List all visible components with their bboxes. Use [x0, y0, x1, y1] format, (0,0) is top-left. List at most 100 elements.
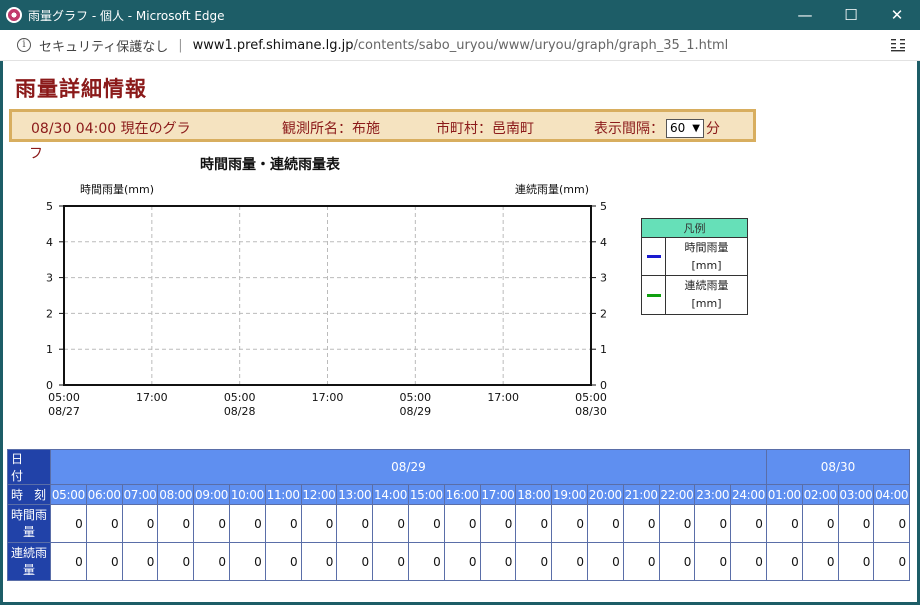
value-cell: 0 [300, 542, 338, 581]
value-cell: 0 [479, 542, 517, 581]
time-cell: 02:00 [801, 484, 839, 505]
value-cell: 0 [586, 504, 624, 543]
value-cell: 0 [300, 504, 338, 543]
url-path[interactable]: /contents/sabo_uryou/www/uryou/graph/gra… [353, 38, 728, 53]
value-cell: 0 [193, 504, 230, 543]
value-cell: 0 [407, 542, 445, 581]
time-cell: 16:00 [443, 484, 481, 505]
interval-label: 表示間隔： [594, 121, 664, 137]
page-title: 雨量詳細情報 [15, 77, 147, 101]
value-cell: 0 [765, 542, 803, 581]
value-cell: 0 [85, 542, 123, 581]
value-cell: 0 [515, 504, 553, 543]
x-tick-label-time: 17:00 [312, 391, 344, 404]
row-label-line1: 連続雨 [10, 545, 47, 560]
x-tick-label-time: 05:00 [575, 391, 607, 404]
time-cell: 11:00 [264, 484, 302, 505]
value-cell: 0 [443, 504, 481, 543]
time-cell: 08:00 [157, 484, 195, 505]
value-cell: 0 [658, 542, 696, 581]
window-title-bar: 雨量グラフ - 個人 - Microsoft Edge — ☐ ✕ [0, 0, 920, 30]
value-cell: 0 [121, 504, 159, 543]
value-cell: 0 [479, 504, 517, 543]
value-cell: 0 [193, 542, 230, 581]
row-label-line1: 時間雨 [10, 507, 47, 522]
time-cell: 06:00 [85, 484, 123, 505]
value-cell: 0 [336, 542, 374, 581]
plot-frame [63, 205, 592, 386]
time-cell: 03:00 [837, 484, 875, 505]
legend-item-cumulative: 連続雨量 [mm] [642, 276, 747, 314]
legend-unit-hourly: [mm] [691, 258, 722, 272]
date-header: 日 付 [7, 449, 51, 485]
value-cell: 0 [730, 542, 767, 581]
value-cell: 0 [694, 504, 732, 543]
value-cell: 0 [228, 504, 266, 543]
time-cell: 01:00 [765, 484, 803, 505]
window-controls: — ☐ ✕ [782, 0, 920, 30]
interval-unit: 分 [706, 121, 720, 137]
url-host[interactable]: www1.pref.shimane.lg.jp [193, 38, 354, 53]
value-cell: 0 [407, 504, 445, 543]
city-label: 市町村：邑南町 [436, 121, 534, 137]
app-icon [6, 7, 22, 23]
address-bar[interactable]: i セキュリティ保護なし | www1.pref.shimane.lg.jp/c… [0, 30, 920, 61]
time-cell: 15:00 [407, 484, 445, 505]
x-tick-label-time: 17:00 [136, 391, 168, 404]
y-tick-label-right: 3 [600, 272, 607, 285]
legend-swatch-hourly [646, 255, 661, 258]
chart-legend: 凡例 時間雨量 [mm] 連続雨量 [mm] [641, 218, 748, 315]
table-row: 連続雨量 0 0 0 0 0 0 0 0 0 0 0 0 0 0 0 0 0 0 0 0 0 0 0 0 [7, 542, 911, 581]
time-cell: 24:00 [730, 484, 767, 505]
value-cell: 0 [157, 504, 195, 543]
security-label[interactable]: セキュリティ保護なし [39, 36, 168, 55]
time-cell: 22:00 [658, 484, 696, 505]
value-cell: 0 [622, 542, 660, 581]
value-cell: 0 [801, 542, 839, 581]
time-cell: 14:00 [372, 484, 409, 505]
station-label: 観測所名：布施 [282, 121, 380, 137]
time-cell: 05:00 [50, 484, 87, 505]
info-icon[interactable]: i [17, 38, 31, 52]
date-cell: 08/30 [765, 449, 911, 485]
x-tick-label-date: 08/30 [575, 405, 607, 418]
interval-control: 表示間隔： 60 ▼ 分 [594, 118, 720, 138]
interval-select[interactable]: 60 ▼ [666, 118, 704, 138]
time-header: 時刻 [7, 484, 51, 505]
y-tick-label-right: 2 [600, 307, 607, 320]
reader-mode-icon[interactable] [890, 38, 906, 52]
value-cell: 0 [372, 542, 409, 581]
value-cell: 0 [837, 542, 875, 581]
value-cell: 0 [443, 542, 481, 581]
time-cell: 21:00 [622, 484, 660, 505]
value-cell: 0 [121, 542, 159, 581]
legend-unit-cumulative: [mm] [691, 297, 722, 310]
time-cell: 13:00 [336, 484, 374, 505]
x-tick-label-time: 17:00 [487, 391, 519, 404]
minimize-button[interactable]: — [782, 0, 828, 30]
y-tick-label-left: 5 [46, 200, 53, 213]
y-tick-label-left: 4 [46, 236, 53, 249]
value-cell: 0 [228, 542, 266, 581]
current-time-wrap: フ [29, 146, 43, 162]
maximize-button[interactable]: ☐ [828, 0, 874, 30]
time-header-label-1: 時 [11, 488, 24, 502]
x-tick-label-time: 05:00 [224, 391, 256, 404]
time-cell: 19:00 [551, 484, 588, 505]
value-cell: 0 [622, 504, 660, 543]
x-tick-label-date: 08/29 [399, 405, 431, 418]
info-bar: 08/30 04:00 現在のグラ 観測所名：布施 市町村：邑南町 表示間隔： … [9, 109, 756, 142]
time-cell: 10:00 [228, 484, 266, 505]
value-cell: 0 [694, 542, 732, 581]
time-cell: 12:00 [300, 484, 338, 505]
x-tick-label-date: 08/28 [224, 405, 256, 418]
rainfall-table: 日 付 08/29 08/30 時刻 05:00 06:00 07:00 08:00 09:00… [7, 449, 911, 581]
legend-swatch-cumulative [646, 293, 661, 297]
time-header-label-2: 刻 [33, 488, 46, 502]
y-tick-label-left: 2 [46, 307, 53, 320]
value-cell: 0 [50, 504, 87, 543]
close-button[interactable]: ✕ [874, 0, 920, 30]
table-row: 時間雨量 0 0 0 0 0 0 0 0 0 0 0 0 0 0 0 0 0 0 0 0 0 0 0 0 [7, 504, 911, 543]
y-tick-label-right: 4 [600, 236, 607, 249]
time-cell: 23:00 [694, 484, 732, 505]
